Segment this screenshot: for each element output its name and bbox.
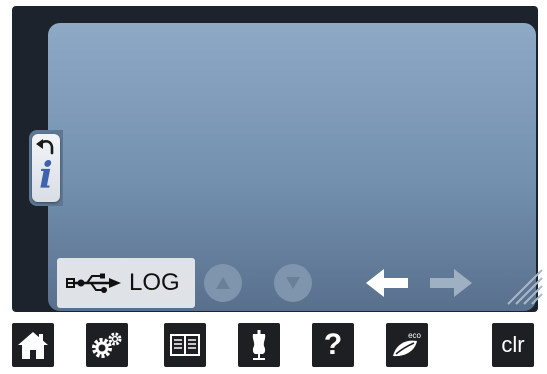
usb-log-button[interactable]: LOG [57,258,195,308]
home-icon [18,332,48,359]
tutorial-button[interactable] [164,323,206,367]
gears-icon [92,332,122,358]
clr-label: clr [501,332,525,357]
home-button[interactable] [12,323,54,367]
info-i-icon: i [39,155,53,197]
eco-button[interactable]: eco [386,323,428,367]
eco-label: eco [408,331,421,340]
resize-grip-icon[interactable] [502,264,544,306]
taskbar: ? eco clr [0,317,547,374]
scroll-down-button[interactable] [274,264,312,302]
arrow-left-icon[interactable] [364,266,410,300]
scroll-up-button[interactable] [204,264,242,302]
open-book-icon [170,334,200,356]
arrow-right-icon[interactable] [428,266,474,300]
display-screen: i LOG [12,6,543,312]
log-label: LOG [129,269,180,296]
info-button[interactable]: i [32,134,60,202]
triangle-down-icon [286,277,300,289]
dress-form-icon [252,330,266,360]
usb-icon [66,273,121,293]
sewing-consultant-button[interactable] [238,323,280,367]
triangle-up-icon [216,277,230,289]
help-button[interactable]: ? [312,323,354,367]
embroidery-machine-display: i LOG ? eco clr [0,0,547,374]
leaf-icon: eco [393,331,422,357]
setup-button[interactable] [86,323,128,367]
help-label: ? [323,328,343,361]
clear-button[interactable]: clr [492,323,534,367]
